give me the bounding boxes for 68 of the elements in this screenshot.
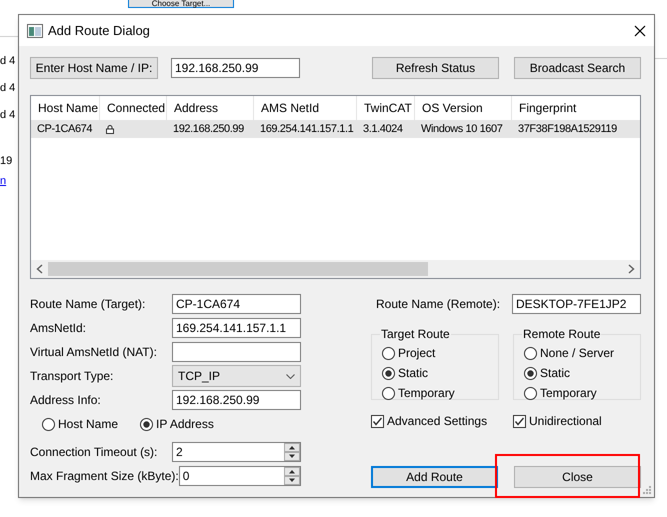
host-button[interactable]: Enter Host Name / IP: xyxy=(30,57,158,79)
table-cell-text: Windows 10 1607 xyxy=(421,122,502,137)
background-text: d 4 xyxy=(0,108,16,123)
close-icon[interactable] xyxy=(634,24,646,36)
background-link[interactable]: n xyxy=(0,173,6,190)
scroll-right-icon[interactable] xyxy=(628,264,635,274)
checkbox-label[interactable]: Advanced Settings xyxy=(387,412,488,430)
spin-arrows-icon[interactable] xyxy=(284,467,300,485)
radio-button[interactable] xyxy=(382,366,395,380)
background-text: d 4 xyxy=(0,54,16,69)
group-title: Remote Route xyxy=(522,326,602,343)
radio-button[interactable] xyxy=(140,418,154,430)
table-cell-text: 37F38F198A1529119 xyxy=(518,122,617,137)
spin-field[interactable]: 0 xyxy=(178,466,301,486)
background-text: 19 xyxy=(0,154,12,169)
dialog-button[interactable]: Close xyxy=(514,466,641,488)
radio-button[interactable] xyxy=(382,346,395,360)
radio-label[interactable]: Static xyxy=(398,364,428,382)
dialog-button[interactable]: Add Route xyxy=(371,466,498,488)
refresh-status-button[interactable]: Refresh Status xyxy=(372,57,499,79)
checkbox[interactable] xyxy=(513,414,526,428)
choose-target-button[interactable]: Choose Target... xyxy=(128,0,234,8)
checkbox-label[interactable]: Unidirectional xyxy=(529,412,602,430)
background-text: d 4 xyxy=(0,81,16,96)
radio-label[interactable]: Host Name xyxy=(58,415,118,433)
table-cell-text: CP-1CA674 xyxy=(37,122,92,137)
group-title: Target Route xyxy=(380,326,451,343)
radio-button[interactable] xyxy=(524,346,537,360)
list-row[interactable]: CP-1CA674 192.168.250.99 169.254.141.157.1.1 3.1.4024 Windows 10 1607 37F38F198A1529119 xyxy=(31,120,640,138)
radio-label[interactable]: Temporary xyxy=(540,384,597,402)
field-label: AmsNetId: xyxy=(30,320,86,337)
radio-label[interactable]: Project xyxy=(398,344,436,362)
radio-button[interactable] xyxy=(524,366,537,380)
radio-button[interactable] xyxy=(524,386,537,400)
broadcast-search-button[interactable]: Broadcast Search xyxy=(514,57,641,79)
spin-field[interactable]: 2 xyxy=(172,442,301,462)
table-cell-text: 169.254.141.157.1.1 xyxy=(260,122,354,137)
field-label: Max Fragment Size (kByte): xyxy=(30,468,179,485)
table-cell-text: 3.1.4024 xyxy=(363,122,403,137)
radio-button[interactable] xyxy=(382,386,395,400)
chevron-down-icon xyxy=(286,374,295,378)
window-title: Add Route Dialog xyxy=(48,22,150,40)
radio-label[interactable]: Temporary xyxy=(398,384,455,402)
resize-grip-icon[interactable] xyxy=(643,486,652,495)
field-label: Address Info: xyxy=(30,392,101,409)
field-label: Virtual AmsNetId (NAT): xyxy=(30,344,157,361)
spin-arrows-icon[interactable] xyxy=(284,443,300,461)
radio-label[interactable]: Static xyxy=(540,364,570,382)
input-field[interactable]: 169.254.141.157.1.1 xyxy=(172,318,301,338)
horizontal-scrollbar[interactable] xyxy=(31,260,640,278)
field-label: Route Name (Remote): xyxy=(376,296,500,313)
radio-label[interactable]: IP Address xyxy=(156,415,214,433)
scrollbar-thumb[interactable] xyxy=(48,262,428,276)
checkbox[interactable] xyxy=(371,414,384,428)
scroll-left-icon[interactable] xyxy=(36,264,43,274)
input-field[interactable] xyxy=(172,342,301,362)
field-label: Connection Timeout (s): xyxy=(30,444,158,461)
radio-label[interactable]: None / Server xyxy=(540,344,614,362)
window-icon xyxy=(27,24,43,38)
input-field[interactable]: 192.168.250.99 xyxy=(172,390,301,410)
input-field[interactable]: DESKTOP-7FE1JP2 xyxy=(512,294,641,314)
transport-dropdown[interactable]: TCP_IP xyxy=(172,365,301,387)
field-label: Transport Type: xyxy=(30,368,114,385)
radio-button[interactable] xyxy=(42,418,55,430)
table-cell-text: 192.168.250.99 xyxy=(173,122,244,137)
input-field[interactable]: CP-1CA674 xyxy=(172,294,301,314)
host-field[interactable]: 192.168.250.99 xyxy=(171,58,300,78)
field-label: Route Name (Target): xyxy=(30,296,146,313)
